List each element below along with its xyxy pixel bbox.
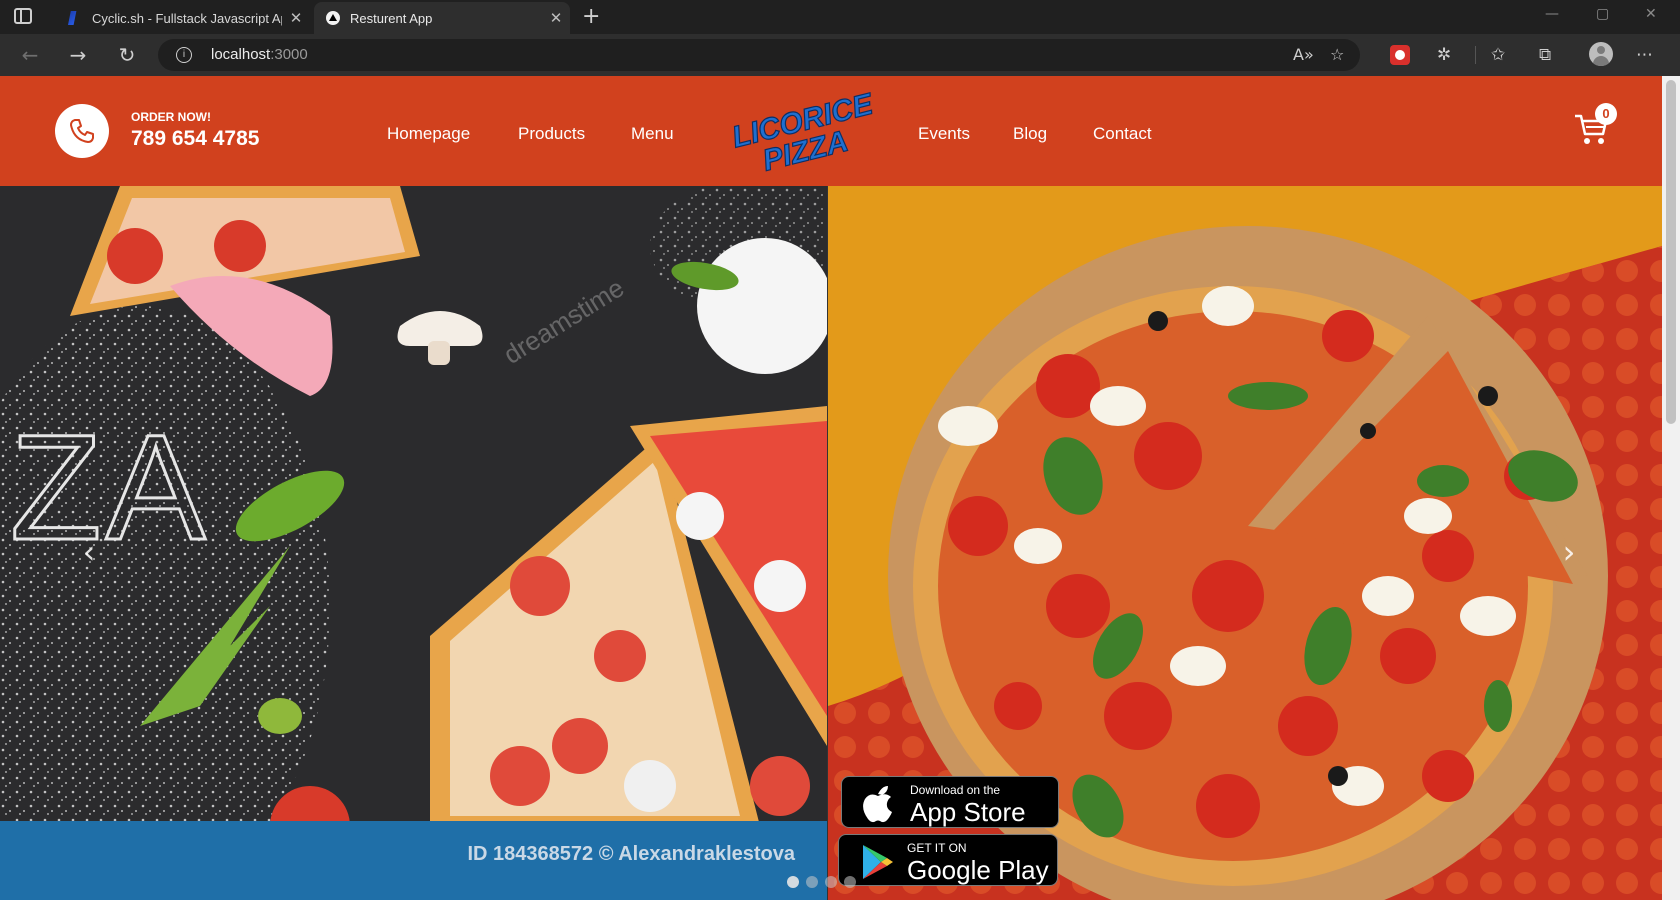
google-play-big-text: Google Play — [907, 855, 1049, 885]
phone-icon — [70, 119, 94, 143]
url-host: localhost — [211, 46, 271, 63]
slider-dot-3[interactable] — [825, 876, 837, 888]
info-icon[interactable]: i — [176, 47, 192, 63]
browser-toolbar: ← → ↻ i localhost:3000 A» ☆ ✲ ✩ ⧉ ⋯ — [0, 34, 1680, 76]
browser-tab-cyclic[interactable]: Cyclic.sh - Fullstack Javascript Ap ✕ — [56, 2, 310, 34]
slider-next-arrow[interactable]: › — [1554, 532, 1584, 572]
favorites-icon[interactable]: ✩ — [1491, 45, 1505, 65]
apple-icon — [863, 786, 892, 823]
nav-homepage[interactable]: Homepage — [387, 124, 470, 144]
profile-avatar[interactable] — [1589, 42, 1613, 66]
more-menu-icon[interactable]: ⋯ — [1636, 45, 1653, 65]
minimize-icon[interactable]: — — [1545, 6, 1559, 22]
slide-image-left: ZA dreamstime ID 184368572 © Alexandrakl… — [0, 186, 827, 900]
maximize-icon[interactable]: ▢ — [1596, 6, 1609, 22]
site-logo[interactable]: LICORICE PIZZA — [722, 92, 874, 178]
refresh-icon[interactable]: ↻ — [114, 42, 140, 68]
google-play-small-text: GET IT ON — [907, 841, 967, 855]
scrollbar-thumb[interactable] — [1666, 80, 1676, 424]
puzzle-icon[interactable]: ✲ — [1437, 45, 1451, 65]
extension-icon[interactable] — [1390, 45, 1410, 65]
address-url[interactable]: localhost:3000 — [211, 46, 308, 63]
tab-title: Cyclic.sh - Fullstack Javascript Ap — [92, 10, 282, 26]
app-store-small-text: Download on the — [910, 783, 1001, 797]
slider-dot-2[interactable] — [806, 876, 818, 888]
browser-tab-bar: Cyclic.sh - Fullstack Javascript Ap ✕ Re… — [0, 0, 1680, 34]
slide-big-text: ZA — [9, 402, 210, 573]
google-play-icon — [863, 845, 893, 879]
tab-title: Resturent App — [350, 10, 433, 26]
google-play-badge[interactable]: GET IT ON Google Play — [838, 834, 1058, 886]
tab-close-icon[interactable]: ✕ — [282, 9, 310, 27]
collections-icon[interactable]: ⧉ — [1539, 45, 1551, 65]
favorite-star-icon[interactable]: ☆ — [1330, 45, 1344, 64]
app-store-badge[interactable]: Download on the App Store — [841, 776, 1059, 828]
tab-close-icon[interactable]: ✕ — [542, 9, 570, 27]
nav-products[interactable]: Products — [518, 124, 585, 144]
image-credit-text: ID 184368572 © Alexandraklestova — [467, 843, 795, 865]
nextjs-icon — [326, 11, 340, 25]
page-scrollbar[interactable] — [1662, 76, 1680, 900]
page-viewport: ORDER NOW! 789 654 4785 Homepage Product… — [0, 76, 1662, 900]
phone-button[interactable] — [55, 104, 109, 158]
address-bar[interactable]: i localhost:3000 A» ☆ — [158, 39, 1360, 71]
nav-events[interactable]: Events — [918, 124, 970, 144]
url-port: :3000 — [270, 46, 308, 63]
slide-image-right: Download on the App Store GET IT ON Goog… — [828, 186, 1662, 900]
forward-icon[interactable]: → — [65, 42, 91, 68]
browser-tab-resturent-app[interactable]: Resturent App ✕ — [314, 2, 570, 34]
nav-contact[interactable]: Contact — [1093, 124, 1152, 144]
sidebar-toggle-icon[interactable] — [14, 8, 32, 24]
slider-prev-arrow[interactable]: ‹ — [74, 532, 104, 572]
order-now-label: ORDER NOW! — [131, 110, 211, 124]
site-header: ORDER NOW! 789 654 4785 Homepage Product… — [0, 76, 1662, 186]
read-aloud-icon[interactable]: A» — [1293, 45, 1314, 64]
slider-dot-1[interactable] — [787, 876, 799, 888]
slider-dots — [787, 876, 856, 888]
cyclic-icon — [68, 11, 77, 25]
window-close-icon[interactable]: ✕ — [1645, 6, 1657, 22]
toolbar-divider — [1475, 46, 1476, 64]
nav-blog[interactable]: Blog — [1013, 124, 1047, 144]
back-icon[interactable]: ← — [17, 42, 43, 68]
cart-count-badge: 0 — [1595, 103, 1617, 125]
slider-dot-4[interactable] — [844, 876, 856, 888]
new-tab-icon[interactable]: + — [582, 4, 600, 29]
app-store-big-text: App Store — [910, 797, 1026, 827]
phone-number[interactable]: 789 654 4785 — [131, 127, 259, 151]
hero-slider: ZA dreamstime ID 184368572 © Alexandrakl… — [0, 186, 1662, 900]
nav-menu[interactable]: Menu — [631, 124, 674, 144]
image-credit-bar: ID 184368572 © Alexandraklestova — [0, 821, 827, 900]
